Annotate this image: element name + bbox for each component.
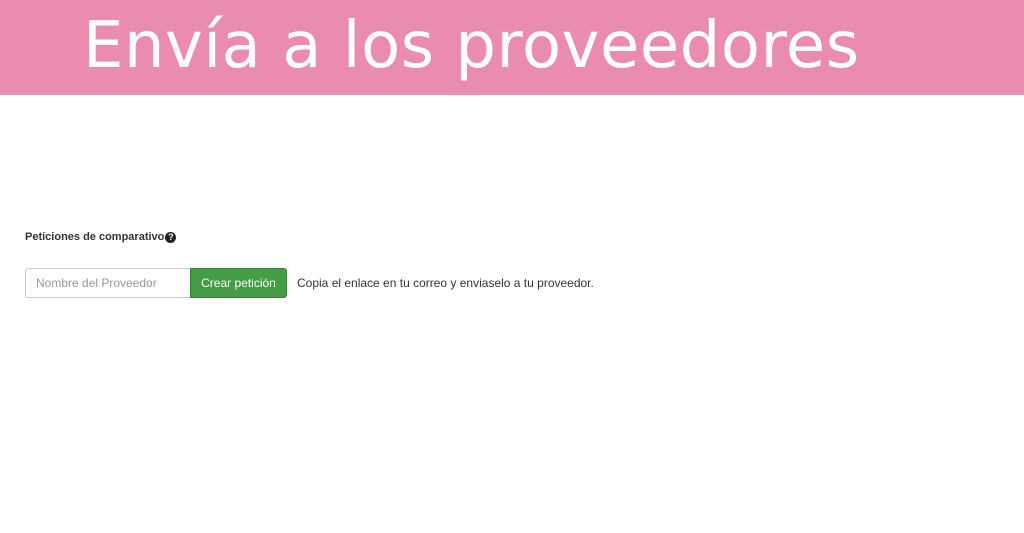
supplier-name-input[interactable]: [25, 268, 190, 298]
question-circle-icon[interactable]: ?: [165, 231, 177, 243]
title-banner: Envía a los proveedores: [0, 0, 1024, 95]
instructions-text: Copia el enlace en tu correo y enviaselo…: [297, 276, 594, 290]
banner-title: Envía a los proveedores: [83, 9, 860, 83]
create-request-button[interactable]: Crear petición: [190, 268, 287, 298]
section-label-text: Peticiones de comparativo: [25, 231, 165, 243]
section-label: Peticiones de comparativo?: [25, 229, 177, 245]
request-form: Crear petición Copia el enlace en tu cor…: [25, 268, 594, 298]
